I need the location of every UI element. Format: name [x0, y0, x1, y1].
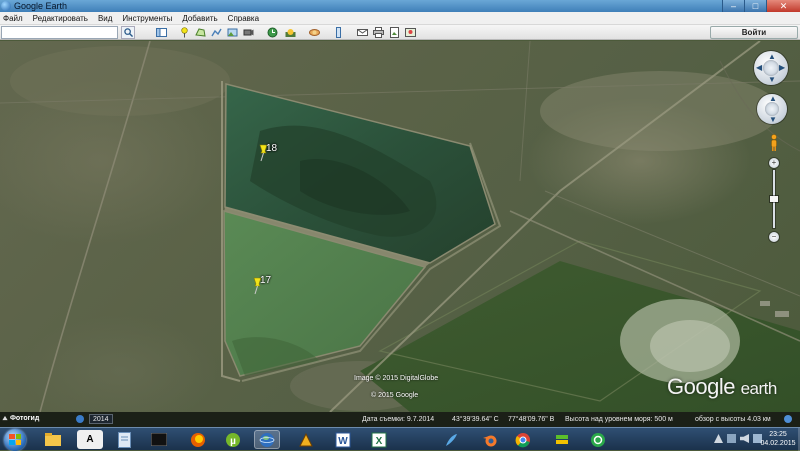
look-up-arrow-icon[interactable]: ▲: [768, 52, 776, 61]
placemark-label[interactable]: 17: [260, 275, 271, 286]
google-earth-logo: Google earth: [667, 374, 777, 400]
look-down-arrow-icon[interactable]: ▼: [768, 75, 776, 84]
imagery-date: Дата съемки: 9.7.2014: [362, 416, 435, 423]
taskbar: A µ W X 23:25 04.02.2015: [0, 427, 800, 451]
sidebar-toggle-icon[interactable]: [155, 26, 168, 39]
utorrent-taskbar-icon[interactable]: µ: [220, 430, 246, 449]
sunlight-icon[interactable]: [284, 26, 297, 39]
cmd-taskbar-icon[interactable]: [146, 430, 172, 449]
polygon-icon[interactable]: [194, 26, 207, 39]
look-control[interactable]: ▲ ▼ ◀ ▶: [754, 51, 788, 85]
imagery-credit: Image © 2015 DigitalGlobe: [354, 375, 439, 382]
bluestacks-taskbar-icon[interactable]: [549, 430, 575, 449]
search-button[interactable]: [121, 26, 135, 39]
look-right-arrow-icon[interactable]: ▶: [779, 63, 785, 72]
toolbar: Войти: [0, 25, 800, 40]
eye-altitude-readout: обзор с высоты 4.03 км: [695, 416, 771, 423]
placemark-icon[interactable]: [178, 26, 191, 39]
notepad-taskbar-icon[interactable]: [111, 430, 137, 449]
chrome-taskbar-icon[interactable]: [510, 430, 536, 449]
placemark-label[interactable]: 18: [266, 143, 277, 154]
look-left-arrow-icon[interactable]: ◀: [756, 63, 762, 72]
elevation-readout: Высота над уровнем моря: 500 м: [565, 416, 673, 423]
move-up-arrow-icon[interactable]: ▲: [769, 94, 777, 103]
close-button[interactable]: ✕: [766, 0, 800, 12]
svg-text:µ: µ: [230, 436, 236, 447]
chevron-up-icon: [2, 415, 8, 421]
windows-logo-icon: [9, 434, 21, 445]
zoom-slider[interactable]: + −: [769, 158, 779, 242]
qip-taskbar-icon[interactable]: [585, 430, 611, 449]
zoom-in-button[interactable]: +: [769, 158, 779, 168]
window-controls: – □ ✕: [722, 0, 800, 12]
image-overlay-icon[interactable]: [226, 26, 239, 39]
clock[interactable]: 23:25 04.02.2015: [760, 430, 796, 448]
ruler-icon[interactable]: [332, 26, 345, 39]
blender-taskbar-icon[interactable]: [477, 430, 503, 449]
excel-taskbar-icon[interactable]: X: [366, 430, 392, 449]
logo-google: Google: [667, 374, 735, 399]
clock-time: 23:25: [769, 431, 787, 438]
print-icon[interactable]: [372, 26, 385, 39]
firefox-taskbar-icon[interactable]: [185, 430, 211, 449]
menu-edit[interactable]: Редактировать: [33, 14, 88, 23]
svg-text:W: W: [338, 436, 348, 447]
signin-button[interactable]: Войти: [710, 26, 798, 39]
menu-tools[interactable]: Инструменты: [122, 14, 172, 23]
tour-guide-label: Фотогид: [9, 415, 40, 422]
minimize-button[interactable]: –: [722, 0, 744, 12]
google-earth-taskbar-icon[interactable]: [254, 430, 280, 449]
file-explorer-taskbar-icon[interactable]: [40, 430, 66, 449]
network-icon[interactable]: [727, 434, 736, 443]
move-joystick[interactable]: [765, 102, 779, 116]
zoom-thumb[interactable]: [770, 196, 778, 202]
search-icon: [123, 28, 133, 37]
feather-app-taskbar-icon[interactable]: [438, 430, 464, 449]
svg-text:X: X: [376, 436, 383, 447]
menu-add[interactable]: Добавить: [182, 14, 217, 23]
copyright-credit: © 2015 Google: [371, 392, 419, 399]
status-bar: Фотогид 2014 Дата съемки: 9.7.2014 43°39…: [0, 412, 800, 427]
clock-date: 04.02.2015: [760, 440, 796, 447]
google-earth-app-icon: [1, 1, 11, 11]
historical-imagery-icon[interactable]: [266, 26, 279, 39]
menu-view[interactable]: Вид: [98, 14, 112, 23]
word-taskbar-icon[interactable]: W: [330, 430, 356, 449]
path-icon[interactable]: [210, 26, 223, 39]
maps-icon[interactable]: [404, 26, 417, 39]
menu-file[interactable]: Файл: [3, 14, 23, 23]
longitude-readout: 77°48'09.76" В: [508, 416, 555, 423]
street-view-pegman-icon[interactable]: [769, 134, 779, 152]
menu-bar: Файл Редактировать Вид Инструменты Добав…: [0, 12, 800, 25]
imagery-year-badge[interactable]: 2014: [89, 414, 113, 424]
show-hidden-icons-icon[interactable]: [714, 434, 723, 443]
zoom-out-button[interactable]: −: [769, 232, 779, 242]
map-view[interactable]: 18 17 ▲ ▼ ◀ ▶ ▲ ▼ + − Image © 2015 Digit…: [0, 41, 800, 412]
volume-icon[interactable]: [740, 434, 749, 443]
move-control[interactable]: ▲ ▼: [757, 94, 787, 124]
winamp-taskbar-icon[interactable]: [293, 430, 319, 449]
move-down-arrow-icon[interactable]: ▼: [769, 115, 777, 124]
logo-earth: earth: [740, 379, 778, 398]
email-icon[interactable]: [356, 26, 369, 39]
maximize-button[interactable]: □: [744, 0, 766, 12]
latitude-readout: 43°39'39.64" С: [452, 416, 499, 423]
search-input[interactable]: [1, 26, 118, 39]
window-title-bar[interactable]: Google Earth – □ ✕: [0, 0, 800, 12]
satellite-imagery: [0, 41, 800, 412]
tour-guide-button[interactable]: Фотогид: [2, 415, 39, 422]
planets-icon[interactable]: [308, 26, 321, 39]
menu-help[interactable]: Справка: [228, 14, 259, 23]
system-tray: [714, 434, 762, 443]
font-viewer-taskbar-icon[interactable]: A: [77, 430, 103, 449]
streaming-indicator-icon: [784, 415, 792, 423]
save-image-icon[interactable]: [388, 26, 401, 39]
window-title: Google Earth: [14, 1, 68, 11]
look-joystick[interactable]: [763, 60, 779, 76]
historical-imagery-clock-icon[interactable]: [76, 415, 84, 423]
record-tour-icon[interactable]: [242, 26, 255, 39]
